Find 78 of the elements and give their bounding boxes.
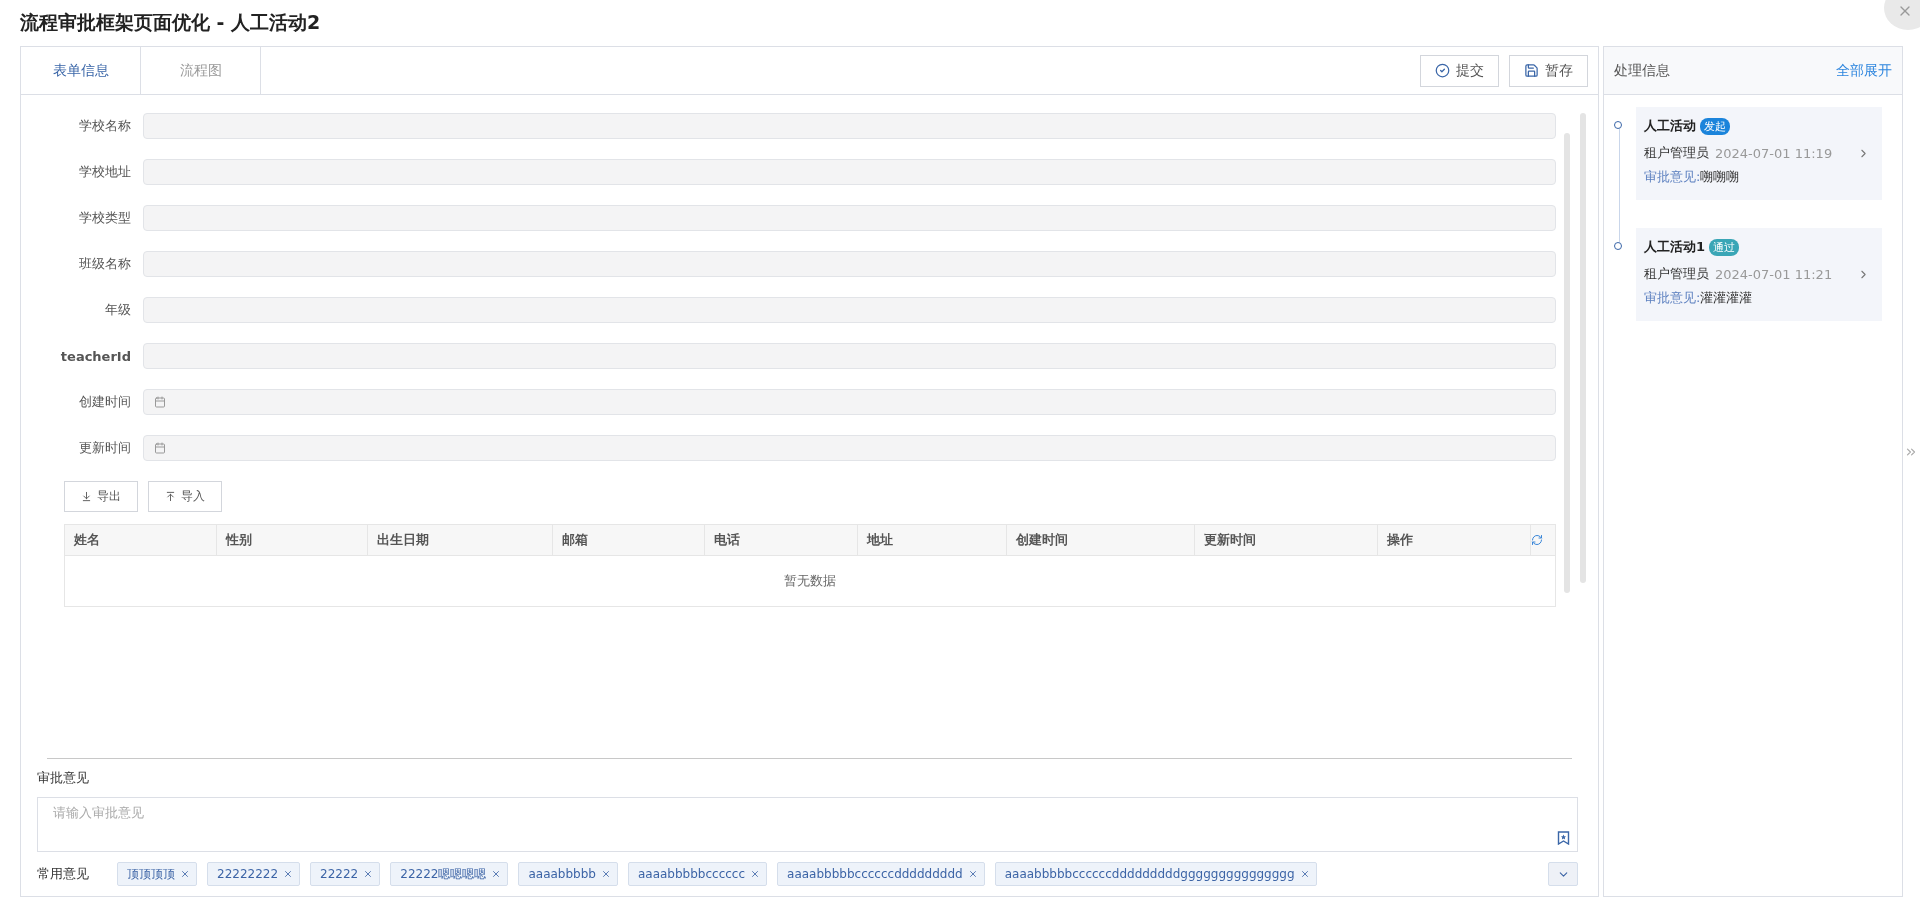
empty-message: 暂无数据 xyxy=(784,572,836,590)
date-field[interactable] xyxy=(143,435,1556,461)
field-label: 更新时间 xyxy=(78,439,132,457)
status-badge: 发起 xyxy=(1700,117,1730,135)
placeholder: 请输入审批意见 xyxy=(53,805,144,820)
submit-button[interactable]: 提交 xyxy=(1420,54,1499,87)
opinion-tag[interactable]: aaaabbbbbccccccddddddddd xyxy=(777,862,985,886)
column-header: 电话 xyxy=(705,525,858,555)
input-field[interactable] xyxy=(143,205,1556,231)
opinion-label: 审批意见 xyxy=(37,769,90,787)
field-label: 学校类型 xyxy=(78,209,132,227)
download-icon xyxy=(81,491,92,502)
opinion-text: 审批意见:灌灌灌灌 xyxy=(1644,290,1753,305)
timestamp: 2024-07-01 11:21 xyxy=(1715,266,1833,282)
close-icon[interactable] xyxy=(967,869,978,879)
import-button[interactable]: 导入 xyxy=(148,481,222,512)
close-icon[interactable] xyxy=(1299,869,1310,879)
timestamp: 2024-07-01 11:19 xyxy=(1715,145,1833,161)
chevrons-right-icon[interactable] xyxy=(1904,445,1918,459)
opinion-text: 审批意见:嗍嗍嗍 xyxy=(1644,169,1740,184)
save-icon xyxy=(1524,63,1539,78)
save-button[interactable]: 暂存 xyxy=(1509,54,1588,87)
close-icon[interactable] xyxy=(180,869,190,879)
opinion-tag[interactable]: 22222嗯嗯嗯嗯 xyxy=(390,862,509,886)
column-header: 更新时间 xyxy=(1195,525,1378,555)
export-button[interactable]: 导出 xyxy=(64,481,138,512)
status-badge: 通过 xyxy=(1709,238,1740,256)
close-icon[interactable] xyxy=(750,869,761,879)
expand-all-link[interactable]: 全部展开 xyxy=(1836,61,1892,80)
input-field[interactable] xyxy=(143,159,1556,185)
scrollbar[interactable] xyxy=(1564,133,1570,593)
user-name: 租户管理员 xyxy=(1644,144,1709,162)
opinion-tag[interactable]: aaaabbbbbccccccdddddddddggggggggggggggg xyxy=(994,862,1317,886)
opinion-tag[interactable]: 顶顶顶顶 xyxy=(117,862,197,886)
process-card[interactable]: 人工活动 发起 租户管理员 2024-07-01 11:19 审批意见:嗍嗍嗍 xyxy=(1636,107,1882,200)
user-name: 租户管理员 xyxy=(1644,265,1709,283)
refresh-icon[interactable] xyxy=(1531,534,1543,546)
date-field[interactable] xyxy=(143,389,1556,415)
window-title: 流程审批框架页面优化 - 人工活动2 xyxy=(20,10,321,35)
common-opinion-label: 常用意见 xyxy=(37,865,90,883)
field-label: 学校地址 xyxy=(78,163,132,181)
column-header: 地址 xyxy=(858,525,1007,555)
bookmark-star-icon[interactable] xyxy=(1557,831,1570,845)
expand-button[interactable] xyxy=(1548,862,1578,886)
column-header: 出生日期 xyxy=(368,525,553,555)
close-icon[interactable] xyxy=(491,869,502,879)
close-icon[interactable] xyxy=(283,869,294,879)
process-card[interactable]: 人工活动1 通过 租户管理员 2024-07-01 11:21 审批意见:灌灌灌灌 xyxy=(1636,228,1882,321)
check-circle-icon xyxy=(1435,63,1450,78)
calendar-icon xyxy=(154,396,166,408)
opinion-tag[interactable]: 22222222 xyxy=(207,862,301,886)
input-field[interactable] xyxy=(143,297,1556,323)
column-header: 操作 xyxy=(1378,525,1531,555)
calendar-icon xyxy=(154,442,166,454)
opinion-tag[interactable]: aaaabbbbb xyxy=(518,862,618,886)
activity-name: 人工活动1 xyxy=(1644,238,1706,256)
field-label: 年级 xyxy=(104,301,132,319)
scrollbar[interactable] xyxy=(1580,113,1586,583)
activity-name: 人工活动 xyxy=(1644,117,1696,135)
column-header: 性别 xyxy=(217,525,368,555)
close-icon[interactable] xyxy=(363,869,374,879)
timeline-dot xyxy=(1614,121,1622,129)
opinion-tag[interactable]: 22222 xyxy=(310,862,381,886)
input-field[interactable] xyxy=(143,251,1556,277)
panel-title: 处理信息 xyxy=(1614,61,1670,80)
column-header: 邮箱 xyxy=(553,525,705,555)
field-label: 班级名称 xyxy=(78,255,132,273)
input-field[interactable] xyxy=(143,343,1556,369)
field-label: 学校名称 xyxy=(78,117,132,135)
opinion-tag[interactable]: aaaabbbbbcccccc xyxy=(627,862,768,886)
column-header: 姓名 xyxy=(65,525,217,555)
field-label: teacherId xyxy=(59,348,132,364)
upload-icon xyxy=(165,491,176,502)
close-icon[interactable] xyxy=(600,869,611,879)
field-label: 创建时间 xyxy=(78,393,132,411)
column-header: 创建时间 xyxy=(1007,525,1195,555)
input-field[interactable] xyxy=(143,113,1556,139)
timeline-dot xyxy=(1614,242,1622,250)
